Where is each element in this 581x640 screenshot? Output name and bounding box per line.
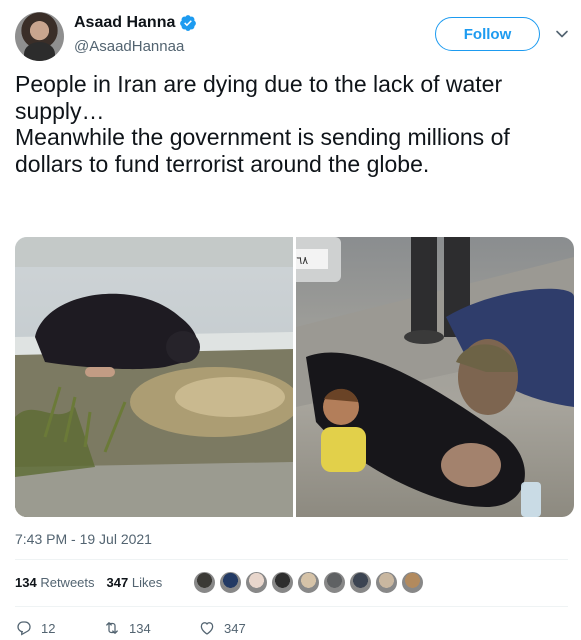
like-button[interactable]: 347: [198, 619, 246, 637]
follow-button[interactable]: Follow: [435, 17, 540, 51]
chevron-down-icon[interactable]: [555, 27, 569, 41]
liker-avatar[interactable]: [349, 571, 372, 594]
reply-icon: [17, 621, 31, 636]
liker-avatar[interactable]: [245, 571, 268, 594]
photo-woman-drinking-from-puddle[interactable]: [15, 237, 293, 517]
divider: [15, 606, 568, 607]
engagement-stats: 134 Retweets 347 Likes: [15, 575, 162, 590]
photo-left-scene: [15, 237, 293, 517]
tweet-text: People in Iran are dying due to the lack…: [15, 71, 510, 177]
liker-avatars: [193, 571, 424, 594]
author-display-name[interactable]: Asaad Hanna: [74, 13, 175, 33]
liker-avatar[interactable]: [375, 571, 398, 594]
reply-button[interactable]: 12: [15, 619, 103, 637]
retweets-label: Retweets: [40, 575, 95, 590]
car-plate-text: ٦٨ ١٢: [296, 254, 308, 267]
reply-count: 12: [41, 620, 56, 636]
photo-right-scene: ٦٨ ١٢: [296, 237, 574, 517]
likes-label: Likes: [131, 575, 163, 590]
author-block: Asaad Hanna @AsaadHannaa: [74, 13, 197, 55]
author-handle[interactable]: @AsaadHannaa: [74, 38, 197, 55]
divider: [15, 559, 568, 560]
retweet-count: 134: [129, 620, 151, 636]
liker-avatar[interactable]: [323, 571, 346, 594]
photo-woman-lying-on-ground-with-child[interactable]: ٦٨ ١٢: [296, 237, 574, 517]
action-bar: 12 134 347: [15, 619, 246, 637]
like-count: 347: [224, 620, 246, 636]
retweets-count: 134: [15, 575, 37, 590]
tweet-header: Asaad Hanna @AsaadHannaa Follow: [15, 10, 570, 61]
likes-count: 347: [106, 575, 129, 590]
liker-avatar[interactable]: [271, 571, 294, 594]
tweet-timestamp[interactable]: 7:43 PM - 19 Jul 2021: [15, 531, 152, 547]
retweet-icon: [106, 622, 118, 634]
avatar-figure: [24, 42, 55, 61]
likes-stat[interactable]: 347 Likes: [107, 575, 163, 590]
liker-avatar[interactable]: [297, 571, 320, 594]
media-grid: ٦٨ ١٢: [15, 237, 574, 517]
heart-icon: [200, 622, 214, 635]
liker-avatar[interactable]: [193, 571, 216, 594]
retweet-button[interactable]: 134: [103, 619, 198, 637]
liker-avatar[interactable]: [219, 571, 242, 594]
retweets-stat[interactable]: 134 Retweets: [15, 575, 95, 590]
liker-avatar[interactable]: [401, 571, 424, 594]
author-name-row[interactable]: Asaad Hanna: [74, 13, 197, 33]
verified-badge-icon: [180, 15, 197, 31]
avatar[interactable]: [15, 12, 64, 61]
